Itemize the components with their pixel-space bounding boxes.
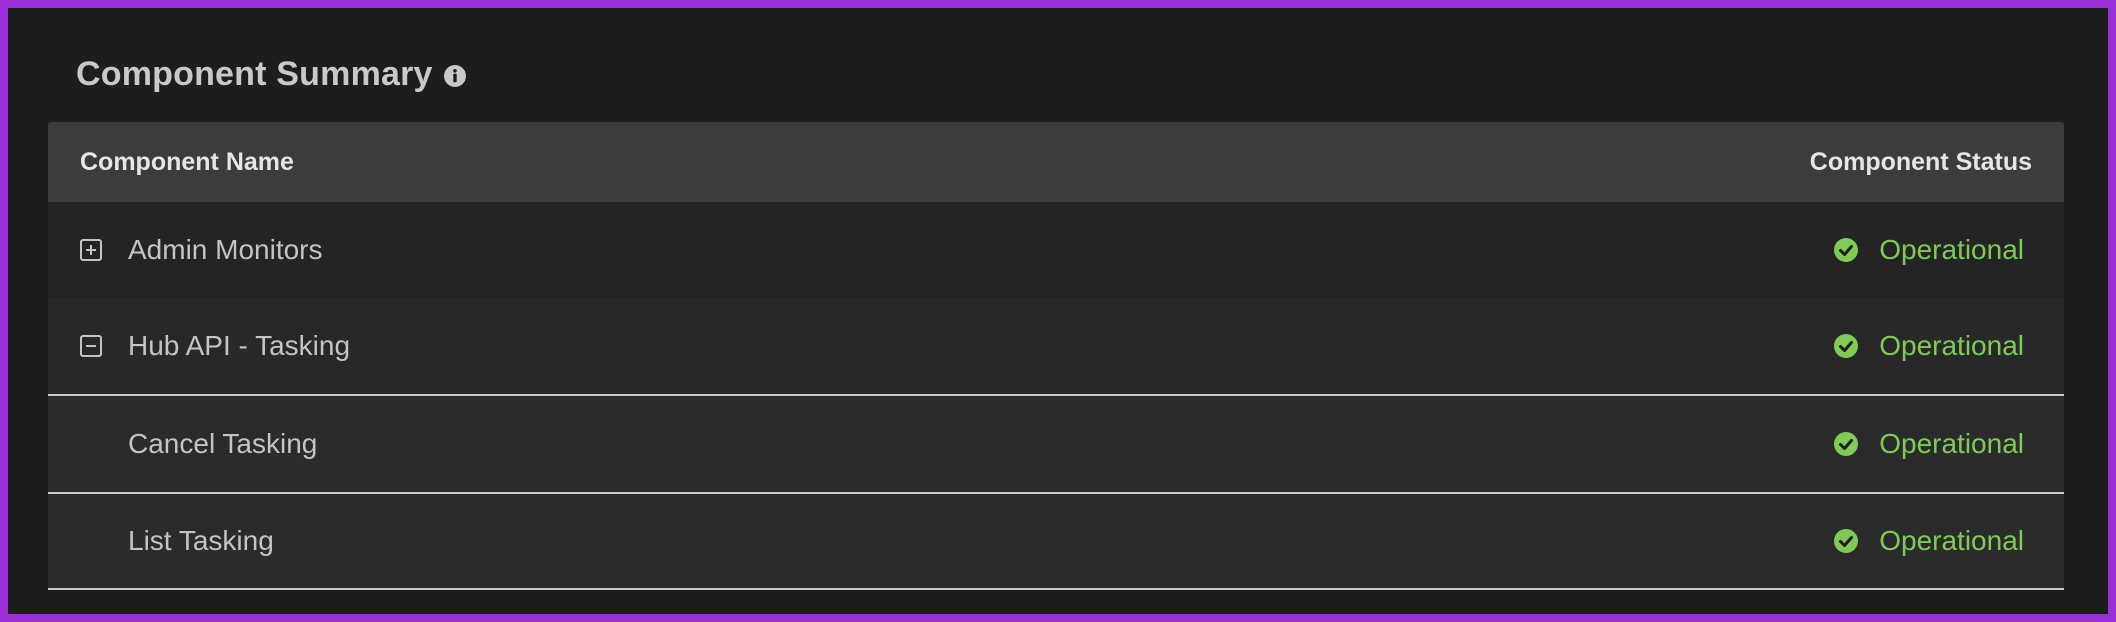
check-circle-icon [1833, 528, 1859, 554]
check-circle-icon [1833, 431, 1859, 457]
table-row: List Tasking Operational [48, 492, 2064, 590]
status-text: Operational [1879, 525, 2024, 556]
column-header-component-name: Component Name [80, 147, 294, 176]
table-row: Hub API - Tasking Operational [48, 298, 2064, 394]
status-text: Operational [1879, 330, 2024, 361]
component-name: Cancel Tasking [128, 428, 318, 459]
column-header-component-status: Component Status [1809, 147, 2032, 176]
status-cell: Operational [1833, 525, 2024, 557]
name-cell: List Tasking [80, 525, 274, 557]
page-title: Component Summary [76, 54, 433, 93]
status-cell: Operational [1833, 234, 2024, 266]
info-icon[interactable] [443, 64, 467, 88]
expand-plus-icon[interactable] [80, 239, 102, 261]
table-header: Component Name Component Status [48, 122, 2064, 202]
component-summary-panel: Component Summary Component Name Compone… [8, 8, 2108, 614]
status-text: Operational [1879, 428, 2024, 459]
check-circle-icon [1833, 333, 1859, 359]
status-text: Operational [1879, 234, 2024, 265]
status-cell: Operational [1833, 428, 2024, 460]
component-name: List Tasking [128, 525, 274, 556]
name-cell: Admin Monitors [80, 234, 323, 266]
collapse-minus-icon[interactable] [80, 335, 102, 357]
name-cell: Cancel Tasking [80, 428, 317, 460]
name-cell: Hub API - Tasking [80, 330, 350, 362]
component-name: Hub API - Tasking [128, 330, 351, 361]
component-name: Admin Monitors [128, 234, 323, 265]
table-row: Cancel Tasking Operational [48, 394, 2064, 492]
check-circle-icon [1833, 237, 1859, 263]
table-row: Admin Monitors Operational [48, 202, 2064, 298]
component-table: Component Name Component Status Admin Mo… [48, 122, 2064, 590]
status-cell: Operational [1833, 330, 2024, 362]
title-row: Component Summary [76, 50, 467, 98]
